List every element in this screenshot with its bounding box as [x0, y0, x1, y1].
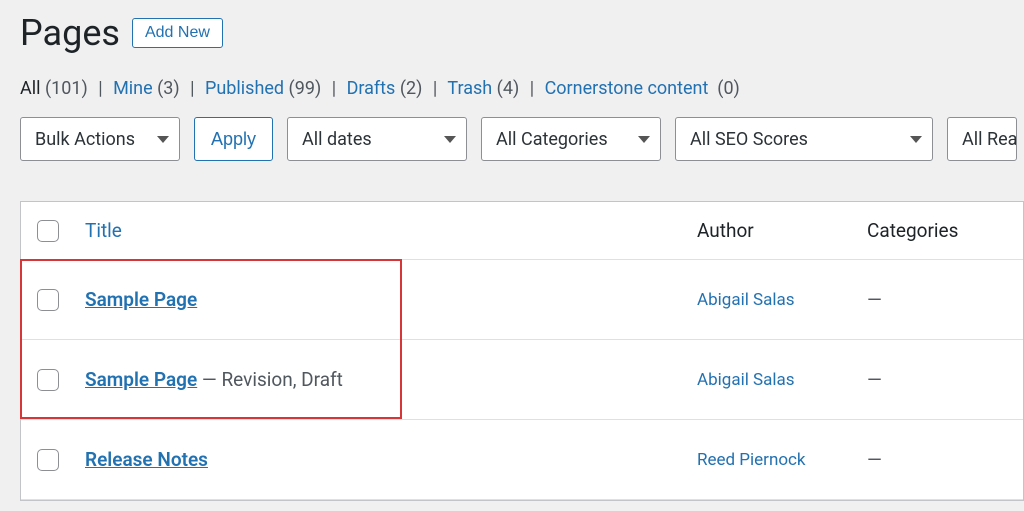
seo-scores-select[interactable]: All SEO Scores — [675, 117, 933, 161]
row-checkbox[interactable] — [37, 289, 59, 311]
filter-cornerstone-count: (0) — [717, 78, 740, 99]
chevron-down-icon — [444, 136, 456, 143]
table-row: Sample Page Abigail Salas — — [21, 260, 1023, 340]
filter-all[interactable]: All — [20, 78, 41, 99]
row-categories: — — [867, 368, 882, 391]
select-all-checkbox[interactable] — [37, 220, 59, 242]
page-title: Pages — [20, 12, 120, 54]
apply-button[interactable]: Apply — [194, 117, 273, 161]
filter-trash[interactable]: Trash — [447, 78, 492, 99]
filter-links: All (101) | Mine (3) | Published (99) | … — [20, 78, 1024, 99]
row-categories: — — [867, 448, 882, 471]
table-row: Sample Page — Revision, Draft Abigail Sa… — [21, 340, 1023, 420]
filter-published[interactable]: Published — [205, 78, 284, 99]
filter-drafts[interactable]: Drafts — [347, 78, 396, 99]
col-author: Author — [697, 219, 867, 242]
row-checkbox[interactable] — [37, 369, 59, 391]
dates-select[interactable]: All dates — [287, 117, 467, 161]
filter-drafts-count: (2) — [400, 78, 423, 99]
table-row: Release Notes Reed Piernock — — [21, 420, 1023, 500]
row-checkbox[interactable] — [37, 449, 59, 471]
filter-mine-count: (3) — [157, 78, 180, 99]
row-status: — Revision, Draft — [197, 368, 343, 391]
row-title-link[interactable]: Release Notes — [85, 448, 208, 471]
chevron-down-icon — [638, 136, 650, 143]
dates-label: All dates — [302, 129, 372, 150]
filter-cornerstone[interactable]: Cornerstone content — [545, 78, 709, 99]
seo-scores-label: All SEO Scores — [690, 129, 808, 150]
readability-select[interactable]: All Rea — [947, 117, 1017, 161]
categories-select[interactable]: All Categories — [481, 117, 661, 161]
col-categories: Categories — [867, 219, 1007, 242]
bulk-actions-label: Bulk Actions — [35, 129, 135, 150]
filter-mine[interactable]: Mine — [113, 78, 153, 99]
categories-label: All Categories — [496, 129, 608, 150]
add-new-button[interactable]: Add New — [132, 18, 223, 48]
filter-all-count: (101) — [45, 78, 88, 99]
readability-label: All Rea — [962, 129, 1017, 150]
chevron-down-icon — [910, 136, 922, 143]
table-header: Title Author Categories — [21, 202, 1023, 260]
row-title-link[interactable]: Sample Page — [85, 368, 197, 391]
chevron-down-icon — [157, 136, 169, 143]
bulk-actions-select[interactable]: Bulk Actions — [20, 117, 180, 161]
row-author-link[interactable]: Abigail Salas — [697, 370, 795, 390]
filter-trash-count: (4) — [497, 78, 520, 99]
row-author-link[interactable]: Reed Piernock — [697, 450, 806, 470]
row-title-link[interactable]: Sample Page — [85, 288, 197, 311]
row-author-link[interactable]: Abigail Salas — [697, 290, 795, 310]
pages-table: Title Author Categories Sample Page Abig… — [20, 201, 1024, 501]
col-title[interactable]: Title — [85, 219, 122, 242]
row-categories: — — [867, 288, 882, 311]
filter-published-count: (99) — [289, 78, 322, 99]
